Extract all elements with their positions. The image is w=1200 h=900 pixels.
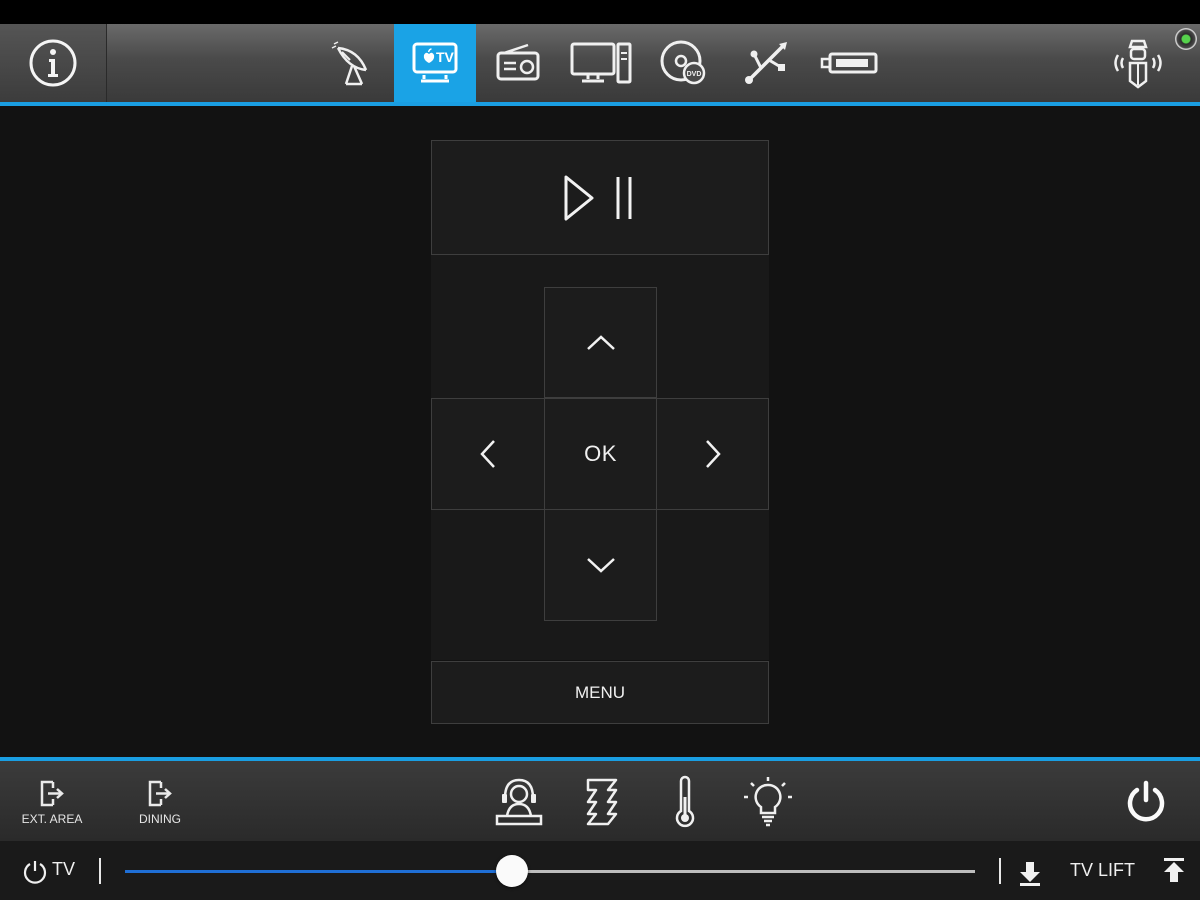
chevron-down-icon [586, 558, 615, 573]
ext-area-label: EXT. AREA [21, 812, 83, 826]
source-hdmi-button[interactable] [809, 24, 891, 102]
chevron-left-icon [480, 440, 495, 468]
chevron-up-icon [586, 334, 615, 350]
menu-label: MENU [574, 682, 626, 702]
lighting-button[interactable] [736, 770, 800, 834]
dvd-badge-text: DVD [687, 71, 702, 78]
dpad-right-button[interactable] [656, 398, 769, 510]
source-dvd-button[interactable]: DVD [643, 24, 725, 102]
play-pause-icon [564, 175, 632, 220]
dpad-down-button[interactable] [544, 509, 657, 621]
radio-icon [496, 43, 540, 81]
tv-lift-label: TV LIFT [1070, 860, 1136, 880]
wireless-remote-button[interactable] [1098, 24, 1178, 102]
ext-area-button[interactable]: EXT. AREA [2, 770, 102, 834]
lift-down-icon[interactable] [1018, 860, 1042, 886]
wireless-remote-icon [1114, 39, 1162, 89]
play-pause-button[interactable] [431, 140, 769, 255]
power-button[interactable] [1114, 770, 1178, 834]
volume-slider-track[interactable] [125, 870, 975, 873]
tv-label: TV [52, 859, 76, 879]
chevron-right-icon [705, 440, 721, 468]
power-icon [1127, 780, 1165, 822]
source-computer-button[interactable] [560, 24, 642, 102]
hdmi-icon [820, 52, 878, 74]
top-accent-line [0, 102, 1200, 106]
volume-slider-fill [125, 870, 512, 873]
tv-power-icon[interactable] [22, 859, 48, 885]
ok-label: OK [584, 441, 617, 466]
dpad-up-button[interactable] [544, 287, 657, 398]
connection-status-indicator [1175, 28, 1197, 50]
blinds-icon [586, 778, 618, 826]
satellite-dish-icon [331, 41, 368, 86]
dining-button[interactable]: DINING [110, 770, 210, 834]
ok-button[interactable]: OK [544, 398, 657, 510]
temperature-button[interactable] [653, 770, 717, 834]
exit-door-icon [40, 780, 64, 807]
computer-icon [570, 42, 632, 84]
apple-tv-label: TV [436, 49, 454, 65]
source-radio-button[interactable] [477, 24, 559, 102]
dvd-icon: DVD [660, 40, 706, 85]
dpad-left-button[interactable] [431, 398, 545, 510]
menu-button[interactable]: MENU [431, 661, 769, 724]
exit-door-icon [148, 780, 172, 807]
info-icon [29, 39, 77, 87]
source-satellite-button[interactable] [311, 24, 393, 102]
top-strip [0, 0, 1200, 24]
source-usb-button[interactable] [726, 24, 808, 102]
usb-icon [745, 42, 787, 84]
blinds-button[interactable] [570, 770, 634, 834]
concierge-icon [495, 778, 543, 826]
slider-separator-left [99, 858, 101, 884]
lift-up-icon[interactable] [1162, 858, 1186, 884]
slider-separator-right [999, 858, 1001, 884]
info-button[interactable] [0, 24, 107, 102]
thermometer-icon [675, 775, 695, 828]
source-apple-tv-button[interactable]: TV [394, 24, 476, 102]
light-bulb-icon [744, 777, 792, 827]
volume-slider-thumb[interactable] [496, 855, 528, 887]
dining-label: DINING [139, 812, 181, 826]
concierge-button[interactable] [487, 770, 551, 834]
